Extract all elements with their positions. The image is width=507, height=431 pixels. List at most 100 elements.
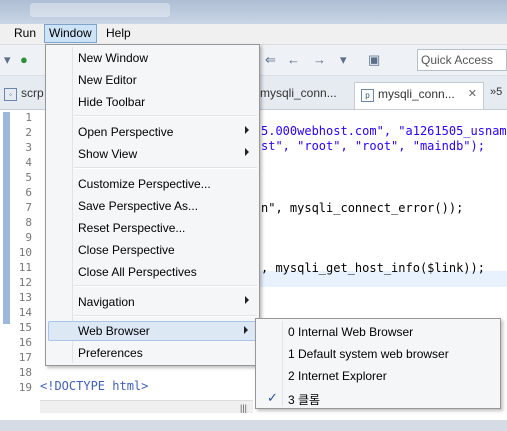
- menu-separator: [74, 315, 257, 317]
- browser-option-chrome[interactable]: ✓ 3 클롬: [258, 388, 498, 408]
- line-number: 2: [25, 126, 32, 139]
- tab-mysqli-conn-2[interactable]: p mysqli_conn... ✕: [354, 82, 484, 109]
- browser-option-default-system[interactable]: 1 Default system web browser: [258, 344, 498, 364]
- menu-item-new-editor[interactable]: New Editor: [48, 70, 257, 90]
- forward-icon[interactable]: →: [313, 52, 326, 67]
- line-number: 5: [25, 171, 32, 184]
- menu-item-label: Reset Perspective...: [78, 221, 186, 235]
- submenu-arrow-icon: [245, 148, 249, 156]
- menu-separator: [74, 115, 257, 117]
- code-fragment: "a1261505_usname': [398, 124, 507, 138]
- line-number: 6: [25, 186, 32, 199]
- tab-label: scrp: [21, 86, 44, 100]
- menu-item-label: New Window: [78, 51, 149, 65]
- menu-item-label: 3 클롬: [288, 393, 321, 407]
- menu-item-web-browser[interactable]: Web Browser: [48, 321, 257, 341]
- line-number: 1: [25, 111, 32, 124]
- menu-window[interactable]: Window: [44, 24, 97, 43]
- open-perspective-icon[interactable]: ▣: [368, 52, 380, 68]
- menu-item-navigation[interactable]: Navigation: [48, 292, 257, 312]
- tab-label: mysqli_conn...: [378, 87, 455, 101]
- tab-mysqli-conn-1[interactable]: mysqli_conn...: [260, 86, 337, 100]
- title-blur: [30, 3, 170, 17]
- code-fragment: "root", "root", "maindb");: [297, 139, 485, 153]
- status-bar: [0, 420, 507, 431]
- menu-item-label: 0 Internal Web Browser: [288, 325, 414, 339]
- line-number: 3: [25, 141, 32, 154]
- menu-item-label: 1 Default system web browser: [288, 347, 449, 361]
- menu-item-label: Save Perspective As...: [78, 199, 199, 213]
- line-number: 17: [18, 351, 32, 364]
- line-number: 11: [18, 261, 32, 274]
- browser-option-internet-explorer[interactable]: 2 Internet Explorer: [258, 366, 498, 386]
- code-line-3: st", "root", "root", "maindb");: [261, 139, 485, 153]
- menu-item-label: Close Perspective: [78, 243, 175, 257]
- menu-bar: Run Window Help: [0, 24, 507, 45]
- menu-item-label: Preferences: [78, 346, 143, 360]
- menu-item-open-perspective[interactable]: Open Perspective: [48, 122, 257, 142]
- close-icon[interactable]: ✕: [468, 87, 477, 100]
- code-fragment: st",: [261, 139, 298, 153]
- menu-run[interactable]: Run: [10, 25, 40, 42]
- dropdown-arrow-icon[interactable]: ▾: [4, 52, 11, 68]
- scroll-thumb-icon[interactable]: |||: [240, 403, 247, 413]
- menu-item-label: Hide Toolbar: [78, 95, 146, 109]
- code-fragment: , mysqli_get_host_info($link));: [261, 261, 485, 275]
- menu-item-label: Show View: [78, 147, 138, 161]
- back-arrow-icon[interactable]: ⇐: [265, 52, 276, 68]
- submenu-arrow-icon: [245, 296, 249, 304]
- menu-help[interactable]: Help: [102, 25, 135, 42]
- tab-scrp[interactable]: ◦ scrp: [4, 86, 44, 101]
- line-number: 15: [18, 321, 32, 334]
- menu-separator: [74, 285, 257, 287]
- menu-item-close-perspective[interactable]: Close Perspective: [48, 240, 257, 260]
- tab-label: mysqli_conn...: [260, 86, 337, 100]
- menu-separator: [74, 167, 257, 169]
- code-line-7: n", mysqli_connect_error());: [261, 201, 463, 215]
- php-file-icon: p: [361, 89, 374, 102]
- window-menu: New Window New Editor Hide Toolbar Open …: [45, 44, 260, 366]
- more-tabs-button[interactable]: »5: [490, 86, 502, 98]
- menu-item-show-view[interactable]: Show View: [48, 144, 257, 164]
- menu-item-save-perspective-as[interactable]: Save Perspective As...: [48, 196, 257, 216]
- menu-item-preferences[interactable]: Preferences: [48, 343, 257, 363]
- file-icon: ◦: [4, 88, 17, 101]
- menu-item-label: Navigation: [78, 295, 135, 309]
- code-fragment: n", mysqli_connect_error());: [261, 201, 464, 215]
- web-browser-submenu: 0 Internal Web Browser 1 Default system …: [255, 318, 501, 409]
- menu-item-label: Close All Perspectives: [78, 265, 197, 279]
- submenu-arrow-icon: [245, 126, 249, 134]
- change-marker: [3, 112, 10, 324]
- code-fragment: <!DOCTYPE html>: [40, 379, 149, 393]
- browser-option-internal[interactable]: 0 Internal Web Browser: [258, 322, 498, 342]
- menu-item-label: Web Browser: [78, 324, 150, 338]
- menu-item-new-window[interactable]: New Window: [48, 48, 257, 68]
- line-number: 19: [18, 381, 32, 394]
- menu-item-hide-toolbar[interactable]: Hide Toolbar: [48, 92, 257, 112]
- quick-access-placeholder: Quick Access: [421, 53, 494, 67]
- line-number: 4: [25, 156, 32, 169]
- menu-item-customize-perspective[interactable]: Customize Perspective...: [48, 174, 257, 194]
- menu-item-label: 2 Internet Explorer: [288, 369, 387, 383]
- quick-access-input[interactable]: Quick Access: [417, 49, 507, 71]
- toolbar-dropdown-icon[interactable]: ▾: [340, 52, 347, 68]
- line-number: 14: [18, 306, 32, 319]
- menu-item-label: Open Perspective: [78, 125, 174, 139]
- horizontal-scrollbar[interactable]: |||: [40, 400, 253, 413]
- menu-item-label: Customize Perspective...: [78, 177, 211, 191]
- line-number: 8: [25, 216, 32, 229]
- back-icon[interactable]: ←: [287, 52, 300, 67]
- line-number: 13: [18, 291, 32, 304]
- code-line-19: <!DOCTYPE html>: [40, 379, 148, 393]
- run-icon[interactable]: ●: [20, 52, 28, 67]
- code-line-11: , mysqli_get_host_info($link));: [261, 261, 485, 275]
- line-number: 7: [25, 201, 32, 214]
- code-fragment: 5.000webhost.com",: [261, 124, 399, 138]
- window-title-bar: [0, 0, 507, 24]
- line-number: 16: [18, 336, 32, 349]
- submenu-arrow-icon: [244, 326, 248, 334]
- line-number: 10: [18, 246, 32, 259]
- menu-item-close-all-perspectives[interactable]: Close All Perspectives: [48, 262, 257, 282]
- menu-item-label: New Editor: [78, 73, 137, 87]
- menu-item-reset-perspective[interactable]: Reset Perspective...: [48, 218, 257, 238]
